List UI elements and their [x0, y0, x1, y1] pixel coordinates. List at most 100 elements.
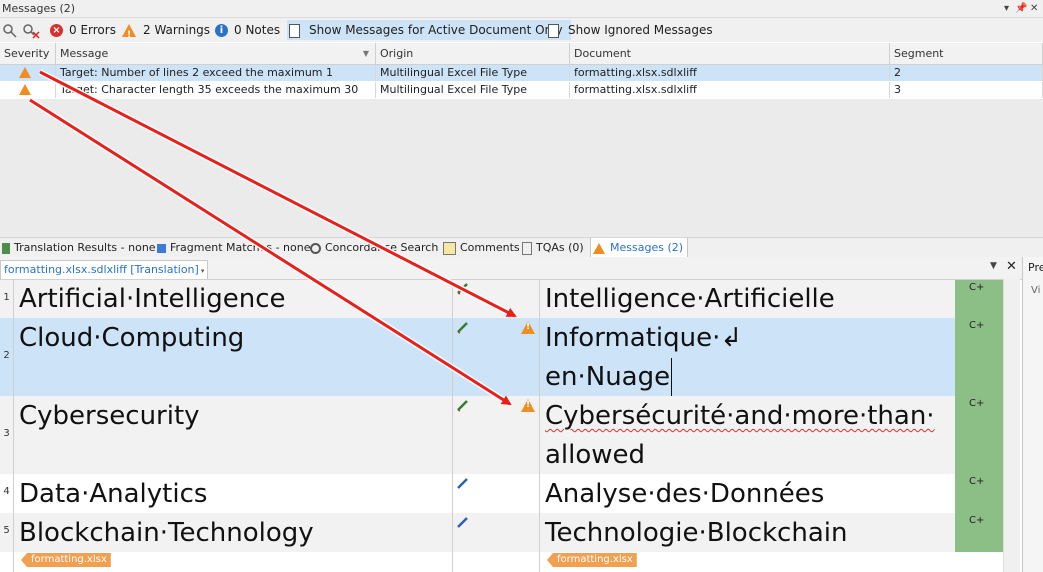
grid-empty-area: [0, 99, 1043, 237]
tab-tqas[interactable]: TQAs (0): [522, 238, 584, 257]
column-header-document[interactable]: Document: [570, 43, 890, 64]
target-text[interactable]: Analyse·des·Données: [545, 475, 824, 514]
active-document-toggle[interactable]: Show Messages for Active Document Only: [287, 20, 571, 40]
notes-label: 0 Notes: [234, 23, 281, 37]
tab-translation-results[interactable]: Translation Results - none: [2, 238, 156, 257]
comment-icon: [443, 241, 456, 255]
preview-panel-title: Pre: [1028, 261, 1043, 274]
segment-number: 3: [3, 428, 10, 439]
segment-row-1[interactable]: 1 Artificial·Intelligence Intelligence·A…: [0, 280, 1003, 318]
dropdown-icon[interactable]: ▼: [990, 261, 997, 271]
segment-status: C+: [955, 513, 1003, 552]
document-icon: [548, 23, 559, 38]
segment-row-4[interactable]: 4 Data·Analytics Analyse·des·Données C+: [0, 474, 1003, 513]
segment-status: C+: [955, 280, 1003, 318]
segment-cell: 3: [890, 82, 1043, 98]
messages-panel-title: Messages (2): [2, 2, 76, 15]
segment-row-2[interactable]: 2 Cloud·Computing Informatique·↲ en·Nuag…: [0, 318, 1003, 397]
table-row[interactable]: Target: Number of lines 2 exceed the max…: [0, 65, 1043, 81]
severity-cell: [0, 82, 56, 98]
active-doc-label: Show Messages for Active Document Only: [309, 23, 563, 37]
preview-panel-subtitle: Vi: [1031, 285, 1041, 296]
messages-grid-header: Severity Message ▼ Origin Document Segmen…: [0, 43, 1043, 65]
clear-filter-icon[interactable]: [22, 20, 40, 40]
status-label: C+: [969, 398, 985, 409]
pin-icon[interactable]: 📌: [1015, 0, 1027, 17]
fragment-matches-icon: [157, 243, 166, 253]
segment-row-3[interactable]: 3 Cybersecurity Cybersécurité·and·more·t…: [0, 396, 1003, 474]
tab-label: TQAs (0): [536, 241, 584, 254]
tab-label: Messages (2): [610, 241, 684, 254]
column-header-origin[interactable]: Origin: [376, 43, 570, 64]
tab-fragment-matches[interactable]: Fragment Matches - none: [157, 238, 311, 257]
error-icon: ×: [50, 24, 63, 37]
column-header-severity[interactable]: Severity: [0, 43, 56, 64]
segment-row-5[interactable]: 5 Blockchain·Technology Technologie·Bloc…: [0, 513, 1003, 552]
status-label: C+: [969, 282, 985, 293]
segment-status: C+: [955, 396, 1003, 474]
segment-cell: 2: [890, 65, 1043, 81]
segment-number: 2: [3, 350, 10, 361]
warning-icon: [19, 84, 31, 95]
source-text[interactable]: Cloud·Computing: [19, 319, 244, 358]
binoculars-icon: [310, 242, 321, 254]
segment-status: C+: [955, 474, 1003, 513]
ignored-label: Show Ignored Messages: [568, 23, 713, 37]
bottom-tab-strip: Translation Results - none Fragment Matc…: [0, 237, 1043, 257]
ignored-messages-toggle[interactable]: Show Ignored Messages: [548, 20, 713, 40]
end-tag-source[interactable]: formatting.xlsx: [21, 553, 111, 567]
column-divider: [539, 280, 540, 572]
messages-panel-titlebar: Messages (2) ▾ 📌 ✕: [0, 0, 1043, 18]
column-header-message[interactable]: Message ▼: [56, 43, 376, 64]
tab-close-icon[interactable]: ▾: [201, 267, 205, 275]
source-text[interactable]: Artificial·Intelligence: [19, 280, 286, 319]
sort-arrow-icon: ▼: [362, 49, 369, 58]
warning-icon: [122, 24, 136, 45]
column-header-segment[interactable]: Segment: [890, 43, 1043, 64]
tab-concordance-search[interactable]: Concordance Search: [310, 238, 438, 257]
message-cell: Target: Character length 35 exceeds the …: [56, 82, 376, 98]
tab-label: Translation Results - none: [14, 241, 156, 254]
pencil-icon: [457, 478, 468, 489]
target-text[interactable]: Intelligence·Artificielle: [545, 280, 835, 319]
document-icon: [289, 23, 300, 38]
segment-number: 1: [3, 292, 10, 303]
target-text-line-1[interactable]: Cybersécurité·and·more·than·: [545, 397, 935, 436]
document-cell: formatting.xlsx.sdlxliff: [570, 65, 890, 81]
target-text-line-2[interactable]: allowed: [545, 436, 645, 475]
close-editor-icon[interactable]: ✕: [1006, 259, 1017, 274]
tab-label: Fragment Matches - none: [170, 241, 311, 254]
notes-filter-button[interactable]: i 0 Notes: [215, 20, 280, 40]
status-label: C+: [969, 515, 985, 526]
editor-header: formatting.xlsx.sdlxliff [Translation] ▾ …: [0, 257, 1043, 280]
warning-icon[interactable]: [521, 321, 535, 334]
origin-cell: Multilingual Excel File Type: [376, 82, 570, 98]
filter-icon[interactable]: [2, 20, 18, 40]
edited-pencil-icon: [457, 322, 468, 334]
document-tab[interactable]: formatting.xlsx.sdlxliff [Translation] ▾: [0, 260, 209, 279]
tab-messages[interactable]: Messages (2): [590, 238, 689, 257]
warnings-label: 2 Warnings: [143, 23, 211, 37]
tqa-icon: [522, 241, 532, 255]
target-text-line-1[interactable]: Informatique·↲: [545, 319, 742, 358]
preview-panel: Pre Vi: [1022, 257, 1043, 572]
column-divider: [13, 280, 14, 572]
document-tab-label: formatting.xlsx.sdlxliff [Translation]: [4, 263, 199, 276]
panel-menu-icon[interactable]: ▾: [1004, 0, 1009, 17]
target-text-line-2[interactable]: en·Nuage: [545, 358, 673, 397]
editor-scrollbar[interactable]: [1003, 279, 1020, 572]
pencil-icon: [457, 517, 468, 528]
warning-icon[interactable]: [521, 399, 535, 412]
warnings-filter-button[interactable]: 2 Warnings: [122, 20, 211, 45]
source-text[interactable]: Cybersecurity: [19, 397, 200, 436]
close-panel-icon[interactable]: ✕: [1030, 0, 1038, 17]
table-row[interactable]: Target: Character length 35 exceeds the …: [0, 82, 1043, 98]
end-tag-target[interactable]: formatting.xlsx: [547, 553, 637, 567]
errors-filter-button[interactable]: × 0 Errors: [50, 20, 116, 40]
target-text[interactable]: Technologie·Blockchain: [545, 514, 847, 553]
end-tag-row: [0, 552, 1003, 572]
source-text[interactable]: Blockchain·Technology: [19, 514, 314, 553]
tab-comments[interactable]: Comments: [443, 238, 520, 257]
source-text[interactable]: Data·Analytics: [19, 475, 207, 514]
origin-cell: Multilingual Excel File Type: [376, 65, 570, 81]
